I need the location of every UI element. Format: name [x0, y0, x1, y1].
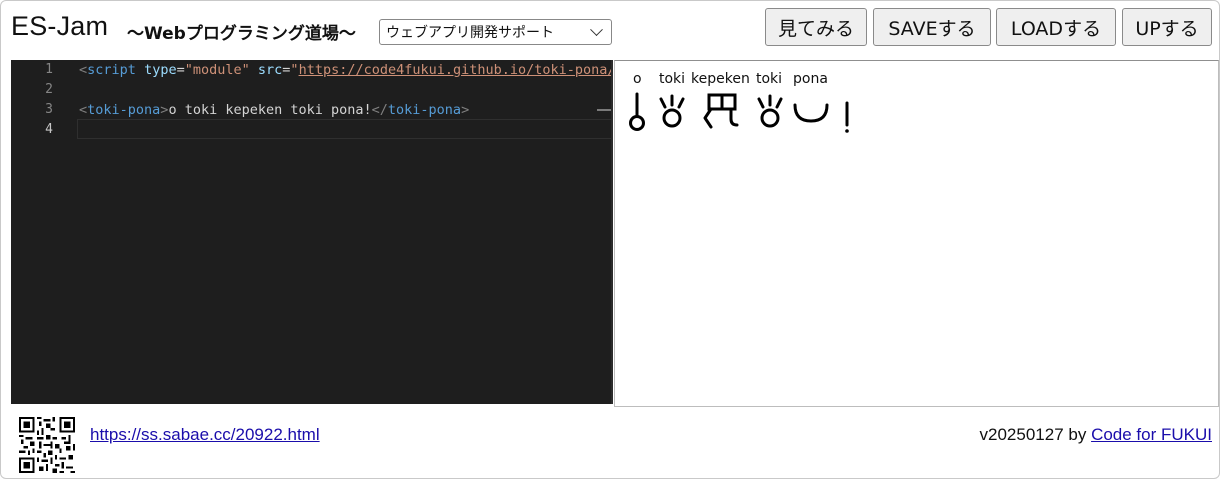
app-window: ES-Jam 〜Webプログラミング道場〜 ウェブアプリ開発サポート 見てみる …: [0, 0, 1220, 479]
scrollbar-mark: [597, 109, 611, 111]
header: ES-Jam 〜Webプログラミング道場〜 ウェブアプリ開発サポート 見てみる …: [1, 1, 1220, 59]
code-line-1[interactable]: <script type="module" src="https://code4…: [79, 62, 613, 78]
code-token: script: [87, 62, 136, 78]
support-select-value: ウェブアプリ開発サポート: [386, 25, 554, 41]
code-token: </: [371, 102, 388, 118]
code-token: type: [144, 62, 177, 78]
pona-glyph-icon: [793, 103, 829, 123]
code-token: <: [79, 62, 88, 78]
preview-pane: o toki kepeken toki pona: [614, 60, 1219, 407]
save-button[interactable]: SAVEする: [873, 8, 991, 46]
word-label: toki: [659, 71, 686, 87]
kepeken-glyph-icon: [703, 93, 739, 129]
line-number-active: 4: [45, 122, 53, 137]
qr-code-icon: [19, 417, 75, 473]
version-text: v20250127 by: [979, 425, 1092, 444]
code-token: toki-pona: [87, 102, 161, 118]
code-token: >: [461, 102, 470, 118]
version-info: v20250127 by Code for FUKUI: [980, 425, 1212, 445]
chevron-down-icon: [590, 22, 603, 36]
code-token: toki-pona: [387, 102, 462, 118]
code-for-fukui-link[interactable]: Code for FUKUI: [1091, 425, 1212, 444]
code-token: o toki kepeken toki pona!: [168, 102, 372, 118]
word-label: kepeken: [691, 71, 750, 87]
line-number: 2: [45, 82, 53, 97]
exclamation-glyph-icon: [845, 101, 849, 133]
current-line-highlight: [77, 119, 613, 139]
share-url-link[interactable]: https://ss.sabae.cc/20922.html: [90, 425, 320, 445]
code-line-3[interactable]: <toki-pona>o toki kepeken toki pona!</to…: [79, 102, 469, 118]
view-button[interactable]: 見てみる: [765, 8, 867, 46]
word-label: toki: [756, 71, 783, 87]
code-token: <: [79, 102, 88, 118]
code-token: src: [257, 62, 283, 78]
load-button[interactable]: LOADする: [996, 8, 1116, 46]
word-label: pona: [793, 71, 828, 87]
toki-glyph-icon: [757, 94, 783, 128]
word-label: o: [633, 71, 642, 87]
code-token: =: [176, 62, 185, 78]
code-token: ": [290, 62, 299, 78]
o-glyph-icon: [629, 92, 645, 131]
line-number-gutter: 1 2 3 4: [11, 60, 69, 404]
code-editor[interactable]: 1 2 3 4 <script type="module" src="https…: [11, 60, 613, 404]
app-title: ES-Jam: [11, 11, 109, 41]
editor-scrollbar-track[interactable]: [611, 60, 613, 404]
line-number: 3: [45, 102, 53, 117]
line-number: 1: [45, 62, 53, 77]
support-select[interactable]: ウェブアプリ開発サポート: [379, 19, 612, 45]
code-token: "module": [184, 62, 250, 78]
upload-button[interactable]: UPする: [1122, 8, 1212, 46]
code-url-link[interactable]: https://code4fukui.github.io/toki-pona/t: [299, 62, 613, 78]
toki-glyph-icon: [659, 94, 685, 128]
app-subtitle: 〜Webプログラミング道場〜: [127, 24, 356, 44]
